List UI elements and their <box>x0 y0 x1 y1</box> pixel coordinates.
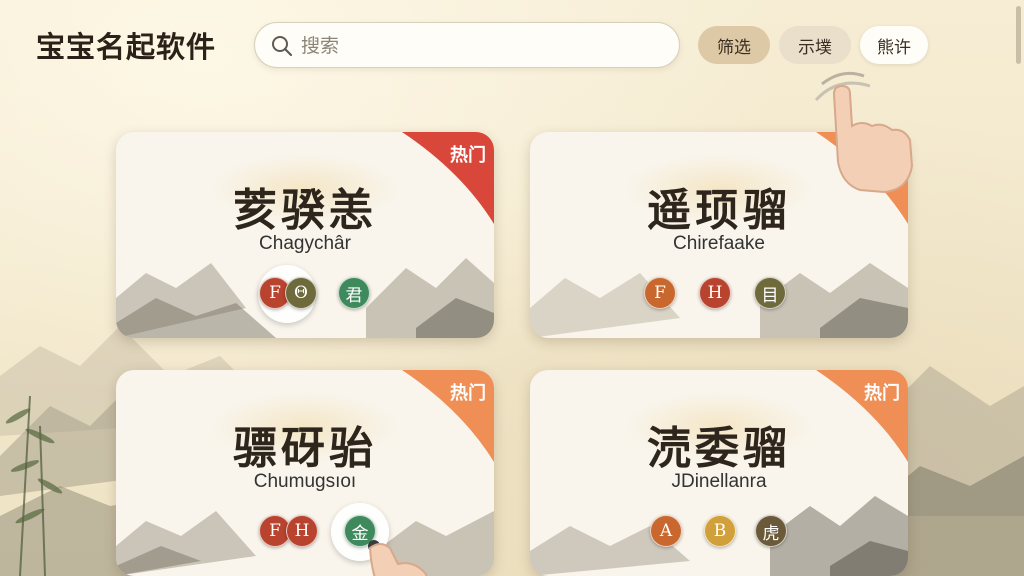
element-badge[interactable]: B <box>704 515 736 547</box>
pointer-hand-icon <box>368 540 428 576</box>
element-badge[interactable]: A <box>650 515 682 547</box>
card-pinyin: Chumugsıoı <box>253 471 357 492</box>
card-name: 荄骙恙 <box>233 185 377 236</box>
card-pinyin: JDinellanra <box>671 471 767 492</box>
favorites-button[interactable]: 熊许 <box>860 26 928 64</box>
element-badge[interactable]: 君 <box>338 277 370 309</box>
card-pinyin: Chirefaake <box>673 233 765 254</box>
hot-label: 热门 <box>864 383 900 404</box>
filter-button[interactable]: 筛选 <box>698 26 770 64</box>
element-badge[interactable]: H <box>286 515 318 547</box>
element-badge[interactable]: 目 <box>754 277 786 309</box>
hot-label: 热门 <box>450 145 486 166</box>
element-badge[interactable]: 虎 <box>755 515 787 547</box>
search-input[interactable] <box>301 31 661 61</box>
element-badge[interactable]: H <box>699 277 731 309</box>
card-name: 骠砑骀 <box>233 423 377 474</box>
element-badge[interactable]: F <box>644 277 676 309</box>
app-title: 宝宝名起软件 <box>36 30 217 64</box>
name-card[interactable]: 热门 荄骙恙 Chagychâr F Θ 君 <box>116 132 494 338</box>
name-card[interactable]: 热门 涜委骝 JDinellanra A B 虎 <box>530 370 908 576</box>
card-name: 涜委骝 <box>647 423 791 474</box>
element-badge[interactable]: Θ <box>285 277 317 309</box>
search-bar[interactable] <box>254 22 680 68</box>
search-icon <box>272 36 293 57</box>
card-pinyin: Chagychâr <box>259 233 351 254</box>
pointer-hand-icon <box>814 71 914 194</box>
hot-label: 热门 <box>450 383 486 404</box>
show-button[interactable]: 示墣 <box>779 26 851 64</box>
